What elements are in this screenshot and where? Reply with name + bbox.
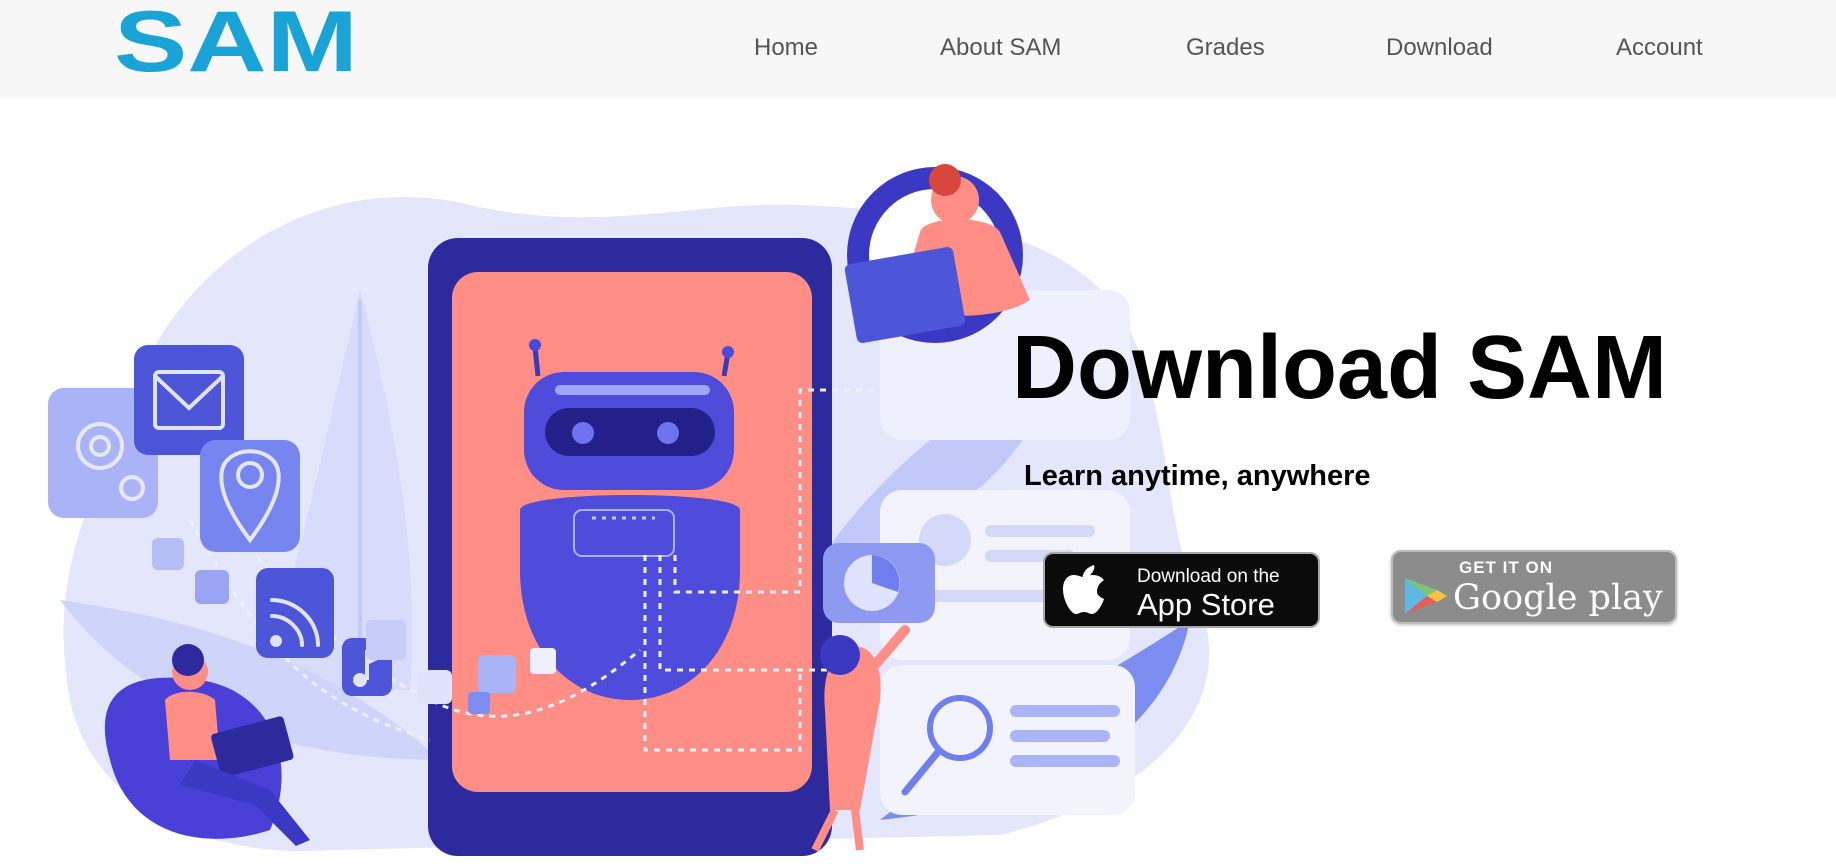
envelope-tile (134, 345, 244, 455)
nav-about-sam[interactable]: About SAM (940, 34, 1061, 62)
google-play-icon (1405, 578, 1447, 614)
hero-subtitle: Learn anytime, anywhere (1024, 460, 1371, 492)
nav-download[interactable]: Download (1386, 34, 1493, 62)
navbar: SAM Home About SAM Grades Download Accou… (0, 0, 1836, 98)
nav-account[interactable]: Account (1616, 34, 1703, 62)
apple-icon (1063, 565, 1104, 614)
hero-illustration (48, 164, 1210, 856)
app-store-big-text: App Store (1137, 587, 1275, 622)
app-store-badge[interactable]: Download on the App Store (1043, 552, 1320, 628)
nav-home[interactable]: Home (754, 34, 818, 62)
sam-logo[interactable]: SAM (114, 8, 359, 74)
google-play-badge[interactable]: GET IT ON Google play (1391, 550, 1677, 624)
logo-text: SAM (114, 8, 358, 74)
google-play-big-text: Google play (1453, 578, 1663, 618)
google-play-small-text: GET IT ON (1459, 558, 1553, 577)
nav-grades[interactable]: Grades (1186, 34, 1265, 62)
app-store-small-text: Download on the (1137, 566, 1280, 587)
wifi-tile (256, 568, 334, 658)
pie-chart-icon (823, 543, 935, 623)
hero-title: Download SAM (1012, 318, 1667, 418)
robot-illustration (520, 339, 740, 700)
